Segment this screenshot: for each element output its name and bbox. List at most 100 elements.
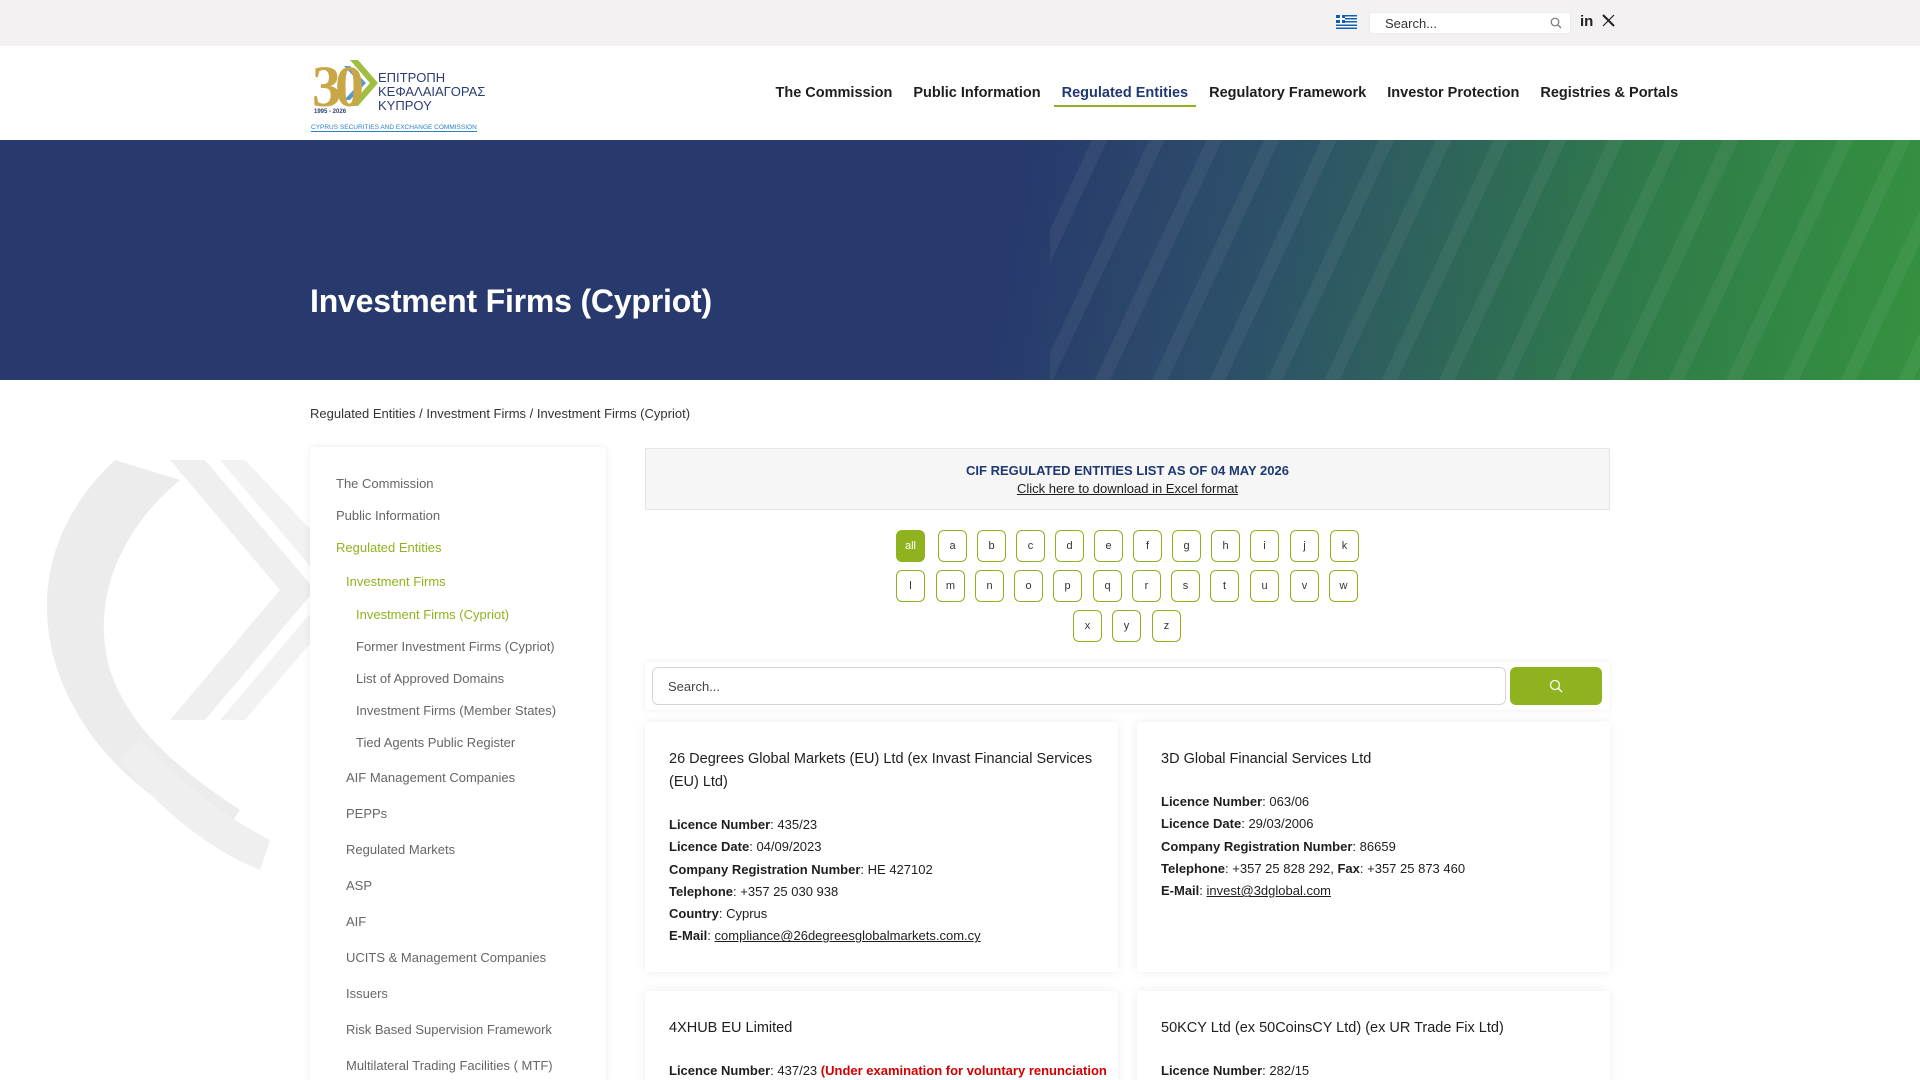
sidebar-item-aif[interactable]: AIF <box>346 914 366 929</box>
sidebar-item-former-investment-firms[interactable]: Former Investment Firms (Cypriot) <box>356 639 555 654</box>
nav-the-commission[interactable]: The Commission <box>765 46 903 140</box>
company-registration-number: 86659 <box>1359 838 1396 854</box>
letter-filter-button[interactable]: j <box>1290 530 1319 562</box>
linkedin-icon[interactable]: in <box>1580 13 1593 30</box>
sidebar-item-public-information[interactable]: Public Information <box>336 508 440 523</box>
search-button[interactable] <box>1510 667 1602 705</box>
licence-date: 29/03/2006 <box>1248 816 1314 832</box>
cysec-logo[interactable]: 30 1995 - 2026 ΕΠΙΤΡΟΠΗ ΚΕΦΑΛΑΙΑΓΟΡΑΣ ΚΥ… <box>310 56 500 132</box>
letter-filter-button[interactable]: t <box>1210 570 1239 602</box>
sidebar-item-investment-firms-cypriot[interactable]: Investment Firms (Cypriot) <box>356 607 509 622</box>
letter-filter-button[interactable]: i <box>1250 530 1279 562</box>
letter-filter-button[interactable]: e <box>1094 530 1123 562</box>
letter-filter-button[interactable]: m <box>936 570 965 602</box>
hero-banner: Investment Firms (Cypriot) <box>0 140 1920 380</box>
sidebar-item-regulated-entities[interactable]: Regulated Entities <box>336 540 442 555</box>
nav-investor-protection[interactable]: Investor Protection <box>1377 46 1530 140</box>
cif-list-banner: CIF REGULATED ENTITIES LIST AS OF 04 MAY… <box>645 448 1610 510</box>
letter-filter-button[interactable]: k <box>1330 530 1359 562</box>
nav-regulated-entities[interactable]: Regulated Entities <box>1051 46 1199 140</box>
sidebar-item-pepps[interactable]: PEPPs <box>346 806 387 821</box>
nav-public-information[interactable]: Public Information <box>903 46 1051 140</box>
letter-filter-button[interactable]: u <box>1250 570 1279 602</box>
entity-details: Licence Number: 437/23 (Under examinatio… <box>669 1063 1107 1078</box>
x-twitter-icon[interactable] <box>1602 14 1615 27</box>
letter-filter-button[interactable]: s <box>1171 570 1200 602</box>
top-utility-bar: in <box>0 0 1920 46</box>
logo-years: 1995 - 2026 <box>314 109 347 115</box>
letter-filter-button[interactable]: b <box>977 530 1006 562</box>
breadcrumb-item[interactable]: Investment Firms <box>426 406 526 421</box>
country: Cyprus <box>726 906 768 922</box>
sidebar-item-aif-management-companies[interactable]: AIF Management Companies <box>346 770 515 785</box>
sidebar-menu: The Commission Public Information Regula… <box>310 447 606 1080</box>
letter-filter-button[interactable]: g <box>1172 530 1201 562</box>
search-icon <box>1549 679 1563 693</box>
letter-filter-button[interactable]: h <box>1211 530 1240 562</box>
licence-date: 04/09/2023 <box>756 839 822 855</box>
letter-filter-button[interactable]: c <box>1016 530 1045 562</box>
letter-filter-button[interactable]: z <box>1152 610 1181 642</box>
email-link[interactable]: compliance@26degreesglobalmarkets.com.cy <box>715 928 981 943</box>
site-header: 30 1995 - 2026 ΕΠΙΤΡΟΠΗ ΚΕΦΑΛΑΙΑΓΟΡΑΣ ΚΥ… <box>0 46 1920 140</box>
logo-greek-name: ΕΠΙΤΡΟΠΗ ΚΕΦΑΛΑΙΑΓΟΡΑΣ ΚΥΠΡΟΥ <box>378 70 486 113</box>
sidebar-item-asp[interactable]: ASP <box>346 878 372 893</box>
entity-search-input[interactable] <box>652 667 1506 705</box>
sidebar-item-regulated-markets[interactable]: Regulated Markets <box>346 842 455 857</box>
letter-filter-button[interactable]: w <box>1329 570 1358 602</box>
top-search-input[interactable] <box>1370 13 1540 33</box>
email-link[interactable]: invest@3dglobal.com <box>1207 883 1331 898</box>
letter-filter-button[interactable]: o <box>1014 570 1043 602</box>
licence-number: 435/23 <box>777 817 818 832</box>
letter-filter-button[interactable]: d <box>1055 530 1084 562</box>
hero-decorative-stripes <box>1050 140 1920 380</box>
entity-card: 26 Degrees Global Markets (EU) Ltd (ex I… <box>645 722 1118 972</box>
breadcrumb-item[interactable]: Regulated Entities <box>310 406 416 421</box>
sidebar-item-issuers[interactable]: Issuers <box>346 986 388 1001</box>
letter-filter-button[interactable]: x <box>1073 610 1102 642</box>
sidebar-item-investment-firms-member-states[interactable]: Investment Firms (Member States) <box>356 703 556 718</box>
entity-card: 3D Global Financial Services Ltd Licence… <box>1137 722 1610 972</box>
letter-filter-button[interactable]: n <box>975 570 1004 602</box>
sidebar-item-risk-based-supervision[interactable]: Risk Based Supervision Framework <box>346 1022 552 1037</box>
letter-filter-button[interactable]: r <box>1132 570 1161 602</box>
telephone: +357 25 828 292 <box>1232 860 1331 876</box>
sidebar-item-investment-firms[interactable]: Investment Firms <box>346 574 446 589</box>
breadcrumb-separator: / <box>526 406 537 421</box>
page-title: Investment Firms (Cypriot) <box>310 283 712 319</box>
licence-number: 437/23 <box>777 1063 818 1078</box>
entity-card: 4XHUB EU Limited Licence Number: 437/23 … <box>645 991 1118 1080</box>
licence-number: 282/15 <box>1269 1063 1310 1078</box>
letter-filter-button[interactable]: q <box>1093 570 1122 602</box>
top-search-box[interactable] <box>1369 12 1571 34</box>
main-navigation: The Commission Public Information Regula… <box>765 46 1689 140</box>
letter-filter-button[interactable]: a <box>938 530 967 562</box>
sidebar-item-ucits[interactable]: UCITS & Management Companies <box>346 950 546 965</box>
sidebar-item-tied-agents[interactable]: Tied Agents Public Register <box>356 735 515 750</box>
letter-filter-all[interactable]: all <box>896 530 925 562</box>
excel-download-link[interactable]: Click here to download in Excel format <box>646 481 1609 496</box>
letter-filter-button[interactable]: v <box>1290 570 1319 602</box>
sidebar-item-the-commission[interactable]: The Commission <box>336 476 434 491</box>
nav-registries-portals[interactable]: Registries & Portals <box>1530 46 1689 140</box>
letter-filter-button[interactable]: l <box>896 570 925 602</box>
letter-filter-button[interactable]: f <box>1133 530 1162 562</box>
letter-filter-button[interactable]: p <box>1053 570 1082 602</box>
entity-name: 50KCY Ltd (ex 50CoinsCY Ltd) (ex UR Trad… <box>1161 1020 1504 1036</box>
sidebar-item-mtf[interactable]: Multilateral Trading Facilities ( MTF) <box>346 1058 553 1073</box>
letter-filter-button[interactable]: y <box>1112 610 1141 642</box>
telephone: +357 25 030 938 <box>740 883 839 899</box>
licence-number: 063/06 <box>1269 794 1310 809</box>
entity-name: 26 Degrees Global Markets (EU) Ltd (ex I… <box>669 751 1093 790</box>
company-registration-number: HE 427102 <box>867 861 933 877</box>
cif-list-title: CIF REGULATED ENTITIES LIST AS OF 04 MAY… <box>966 463 1289 478</box>
entity-name: 3D Global Financial Services Ltd <box>1161 751 1372 767</box>
logo-anniversary-number: 30 <box>312 54 364 119</box>
entity-card: 50KCY Ltd (ex 50CoinsCY Ltd) (ex UR Trad… <box>1137 991 1610 1080</box>
background-watermark-logo <box>46 460 330 870</box>
nav-regulatory-framework[interactable]: Regulatory Framework <box>1199 46 1377 140</box>
search-icon[interactable] <box>1550 17 1562 29</box>
sidebar-item-approved-domains[interactable]: List of Approved Domains <box>356 671 504 686</box>
breadcrumb-separator: / <box>415 406 427 421</box>
entity-search-bar <box>645 662 1610 710</box>
